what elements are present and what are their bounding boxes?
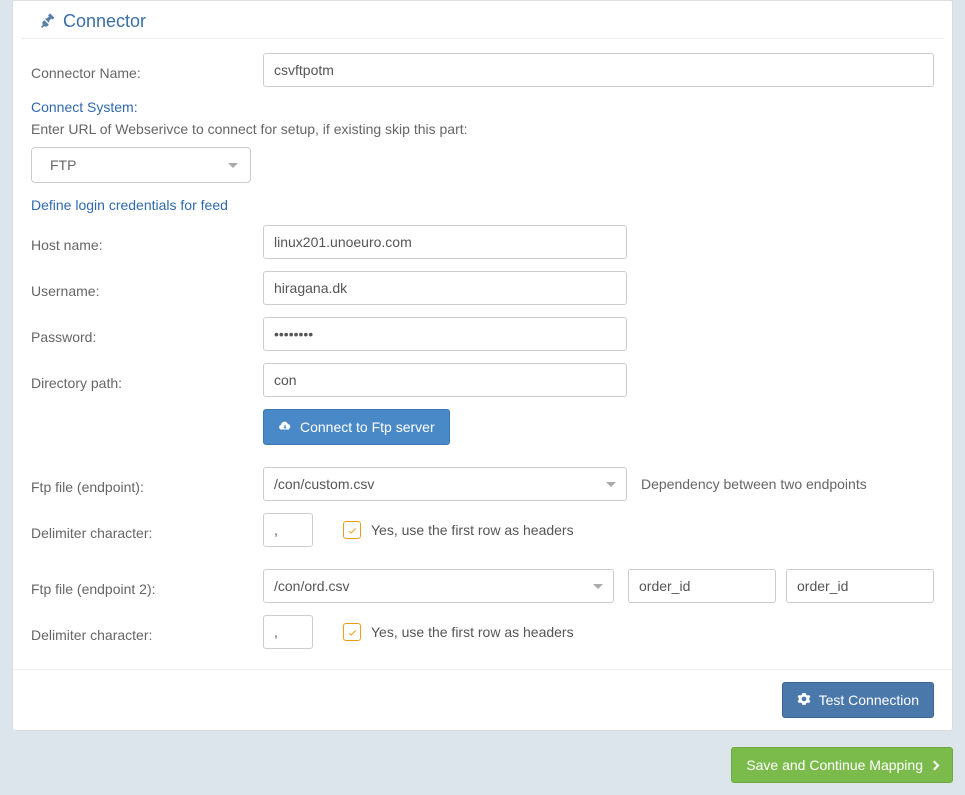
connector-name-input[interactable] [263, 53, 934, 87]
endpoint2-value: /con/ord.csv [274, 578, 349, 594]
protocol-value: FTP [50, 157, 76, 173]
endpoint1-select[interactable]: /con/custom.csv [263, 467, 627, 501]
connect-ftp-label: Connect to Ftp server [300, 419, 435, 435]
chevron-down-icon [228, 163, 238, 168]
test-connection-label: Test Connection [819, 692, 919, 708]
headers-checkbox-2-label: Yes, use the first row as headers [371, 624, 574, 640]
username-input[interactable] [263, 271, 627, 305]
row-hostname: Host name: [31, 225, 934, 259]
row-delimiter1: Delimiter character: Yes, use the first … [31, 513, 934, 547]
row-endpoint1: Ftp file (endpoint): /con/custom.csv Dep… [31, 467, 934, 501]
row-endpoint2: Ftp file (endpoint 2): /con/ord.csv [31, 569, 934, 603]
connect-system-label: Connect System: [31, 99, 934, 115]
dependency-label: Dependency between two endpoints [641, 476, 867, 492]
cloud-download-icon [278, 419, 292, 436]
check-icon [347, 525, 358, 536]
test-connection-button[interactable]: Test Connection [782, 682, 934, 718]
hostname-label: Host name: [31, 231, 263, 253]
row-username: Username: [31, 271, 934, 305]
panel-footer: Test Connection [13, 669, 952, 730]
row-delimiter2: Delimiter character: Yes, use the first … [31, 615, 934, 649]
setup-hint: Enter URL of Webserivce to connect for s… [31, 121, 934, 137]
delimiter1-input[interactable] [263, 513, 313, 547]
connector-name-label: Connector Name: [31, 59, 263, 81]
panel-title: Connector [63, 11, 146, 32]
save-continue-button[interactable]: Save and Continue Mapping [731, 747, 953, 783]
dirpath-label: Directory path: [31, 369, 263, 391]
dep-field-2-input[interactable] [786, 569, 934, 603]
connector-panel: Connector Connector Name: Connect System… [12, 0, 953, 731]
check-icon [347, 627, 358, 638]
chevron-down-icon [606, 482, 616, 487]
row-connect-ftp: Connect to Ftp server [31, 409, 934, 445]
delimiter2-label: Delimiter character: [31, 621, 263, 643]
row-connector-name: Connector Name: [31, 53, 934, 87]
dependency-inputs [628, 569, 934, 603]
plug-icon [39, 12, 55, 31]
headers-checkbox-1-label: Yes, use the first row as headers [371, 522, 574, 538]
save-continue-label: Save and Continue Mapping [746, 757, 923, 773]
define-login-label: Define login credentials for feed [31, 197, 934, 213]
endpoint1-value: /con/custom.csv [274, 476, 374, 492]
hostname-input[interactable] [263, 225, 627, 259]
chevron-right-icon [930, 760, 940, 770]
username-label: Username: [31, 277, 263, 299]
endpoint2-select[interactable]: /con/ord.csv [263, 569, 614, 603]
delimiter2-input[interactable] [263, 615, 313, 649]
endpoint1-label: Ftp file (endpoint): [31, 473, 263, 495]
page-footer: Save and Continue Mapping [12, 731, 953, 783]
gear-icon [797, 692, 811, 709]
headers-checkbox-2[interactable] [343, 623, 361, 641]
dep-field-1-input[interactable] [628, 569, 776, 603]
dirpath-input[interactable] [263, 363, 627, 397]
protocol-select[interactable]: FTP [31, 147, 251, 183]
password-input[interactable] [263, 317, 627, 351]
panel-header: Connector [21, 1, 944, 39]
chevron-down-icon [593, 584, 603, 589]
connect-ftp-button[interactable]: Connect to Ftp server [263, 409, 450, 445]
delimiter1-label: Delimiter character: [31, 519, 263, 541]
password-label: Password: [31, 323, 263, 345]
row-dirpath: Directory path: [31, 363, 934, 397]
panel-body: Connector Name: Connect System: Enter UR… [13, 39, 952, 669]
row-password: Password: [31, 317, 934, 351]
endpoint2-label: Ftp file (endpoint 2): [31, 575, 263, 597]
headers-checkbox-1[interactable] [343, 521, 361, 539]
